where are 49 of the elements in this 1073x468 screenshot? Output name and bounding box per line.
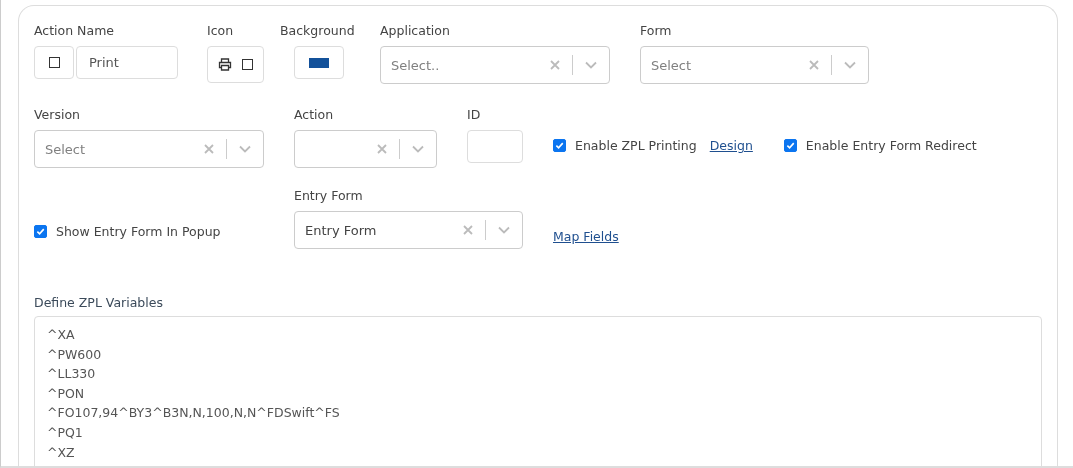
checkbox-label: Show Entry Form In Popup xyxy=(56,224,221,239)
chevron-down-icon[interactable] xyxy=(239,145,251,153)
checkbox-box[interactable] xyxy=(34,46,74,79)
field-label: Version xyxy=(34,107,81,122)
action-name-field[interactable]: Print xyxy=(76,46,178,79)
checkbox[interactable] xyxy=(48,57,60,68)
application-select[interactable]: Select.. xyxy=(380,46,610,84)
code-line: ^FO107,94^BY3^B3N,N,100,N,N^FDSwift^FS xyxy=(47,404,341,423)
chevron-down-icon[interactable] xyxy=(844,61,856,69)
design-link[interactable]: Design xyxy=(709,138,753,153)
chevron-down-icon[interactable] xyxy=(412,145,424,153)
clear-icon[interactable] xyxy=(809,60,819,70)
field-label: Icon xyxy=(207,23,235,38)
field-label: Background xyxy=(280,23,356,38)
field-label: Action xyxy=(294,107,335,122)
clear-icon[interactable] xyxy=(463,225,473,235)
checkbox-label: Enable Entry Form Redirect xyxy=(805,138,977,153)
checkbox-label: Enable ZPL Printing xyxy=(575,138,697,153)
field-label: ID xyxy=(467,107,482,122)
code-line: ^XZ xyxy=(47,443,76,462)
form-select[interactable]: Select xyxy=(640,46,869,84)
entry-form-select[interactable]: Entry Form xyxy=(294,211,523,249)
icon-picker[interactable] xyxy=(207,46,264,83)
code-line: ^PON xyxy=(47,384,86,403)
clear-icon[interactable] xyxy=(377,144,387,154)
zpl-text-area[interactable]: ^XA ^PW600 ^LL330 ^PON ^FO107,94^BY3^B3N,N,100,N,N^FDSwift^FS ^PQ1 ^XZ xyxy=(34,316,1042,466)
code-line: ^PQ1 xyxy=(47,423,84,442)
checkbox[interactable] xyxy=(783,139,797,152)
field-label: Action Name xyxy=(34,23,115,38)
color-picker[interactable] xyxy=(294,46,344,79)
map-fields-link[interactable]: Map Fields xyxy=(553,229,619,244)
version-select[interactable]: Select xyxy=(34,130,264,168)
clear-icon[interactable] xyxy=(204,144,214,154)
chevron-down-icon[interactable] xyxy=(498,226,510,234)
chevron-down-icon[interactable] xyxy=(585,61,597,69)
checkbox[interactable] xyxy=(242,59,253,70)
printer-icon xyxy=(218,58,232,71)
id-field[interactable] xyxy=(467,130,523,163)
field-label: Define ZPL Variables xyxy=(34,295,163,310)
code-line: ^LL330 xyxy=(47,365,97,384)
field-label: Entry Form xyxy=(294,188,364,203)
checkbox[interactable] xyxy=(34,225,47,238)
code-line: ^PW600 xyxy=(47,345,103,364)
code-line: ^XA xyxy=(47,326,76,344)
clear-icon[interactable] xyxy=(550,60,560,70)
checkbox[interactable] xyxy=(553,139,566,152)
field-label: Application xyxy=(380,23,451,38)
action-select[interactable] xyxy=(294,130,437,168)
field-label: Form xyxy=(640,23,673,38)
